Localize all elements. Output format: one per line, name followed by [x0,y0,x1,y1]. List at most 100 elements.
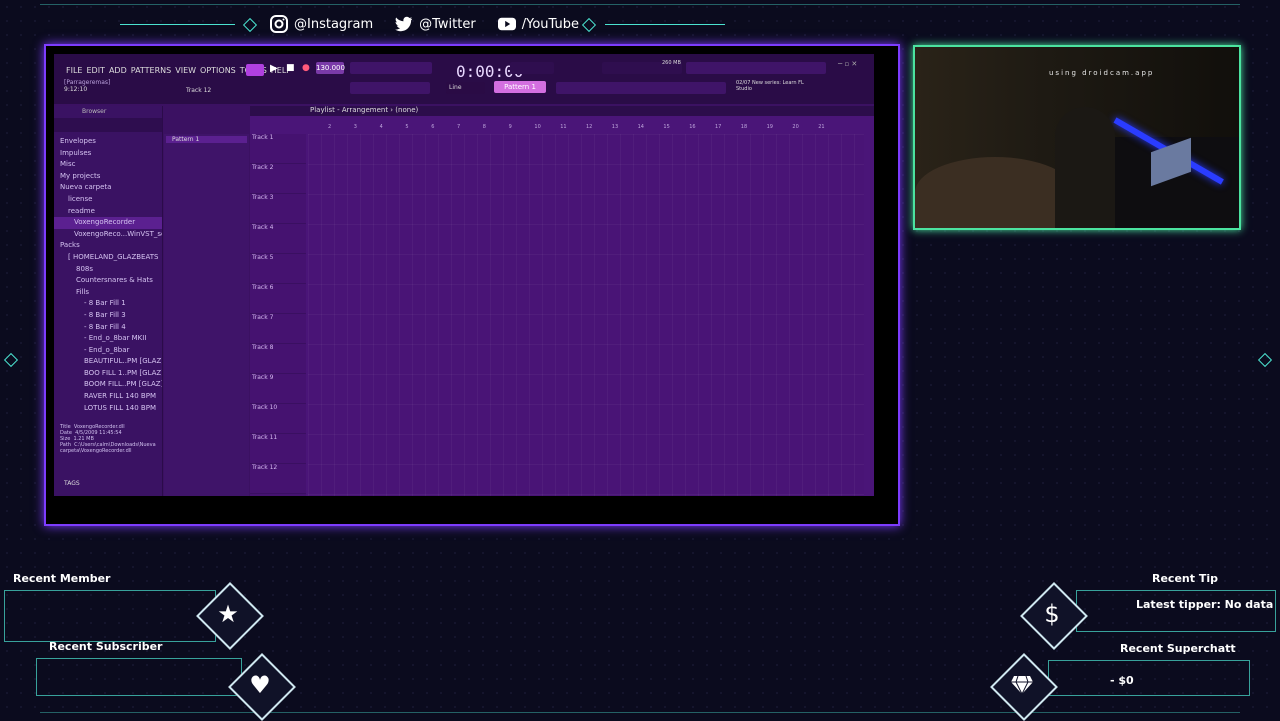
info-path: C:\Users\calm\Downloads\Nueva carpeta\Vo… [60,442,156,454]
pattern-item[interactable]: Pattern 1 [166,136,247,143]
track-header[interactable]: Track 6 [250,284,306,314]
playlist-window: Playlist - Arrangement › (none) 2 3 4 5 6 7 8 9… [250,106,874,496]
ruler-tick-label: 20 [792,124,799,130]
ruler-tick-label: 5 [405,124,409,130]
playlist-grid[interactable] [308,134,864,496]
browser-list: Envelopes Impulses Misc My projects Nueva ca… [54,136,162,414]
menu-edit[interactable]: EDIT [86,66,104,75]
menu-file[interactable]: FILE [66,66,82,75]
toolbar-icons-row2-right[interactable] [556,82,726,94]
bottom-frame-line [40,712,1240,713]
toolbar-icons-right[interactable] [686,62,826,74]
browser-item[interactable]: - End_o_8bar [54,345,162,357]
browser-item[interactable]: VoxengoReco...WinVST_setup [54,229,162,241]
browser-item[interactable]: - 8 Bar Fill 1 [54,298,162,310]
browser-item[interactable]: readme [54,206,162,218]
ruler-tick-label: 15 [663,124,670,130]
browser-item[interactable]: BEAUTIFUL..PM [GLAZ] [54,356,162,368]
browser-toolbar[interactable] [54,118,162,132]
timeline-ruler[interactable]: 2 3 4 5 6 7 8 9 10 11 12 13 14 15 16 17 18 19 20 21 [308,124,864,134]
ruler-tick-label: 6 [431,124,435,130]
browser-item[interactable]: - 8 Bar Fill 4 [54,322,162,334]
fl-clock: 9:12:10 [64,86,88,93]
track-header[interactable]: Track 12 [250,464,306,494]
ruler-tick-label: 7 [457,124,461,130]
stop-button[interactable]: ■ [286,63,295,73]
fl-hint-track: Track 12 [186,87,212,94]
browser-item[interactable]: Misc [54,159,162,171]
ruler-tick-label: 4 [379,124,383,130]
menu-add[interactable]: ADD [109,66,127,75]
track-header[interactable]: Track 2 [250,164,306,194]
browser-item[interactable]: BOOM FILL..PM [GLAZ] [54,379,162,391]
social-twitter[interactable]: @Twitter [395,15,476,33]
menu-patterns[interactable]: PATTERNS [131,66,171,75]
record-button[interactable]: ● [302,63,310,73]
browser-item[interactable]: Countersnares & Hats [54,275,162,287]
browser-item[interactable]: RAVER FILL 140 BPM [54,391,162,403]
instagram-handle: @Instagram [294,16,374,32]
browser-item[interactable]: - 8 Bar Fill 3 [54,310,162,322]
track-header[interactable]: Track 7 [250,314,306,344]
toolbar-icons-row1[interactable] [350,62,432,74]
window-controls[interactable]: ─ ▫ ✕ [838,60,857,68]
browser-item[interactable]: My projects [54,171,162,183]
browser-item[interactable]: BOO FILL 1..PM [GLAZ] [54,368,162,380]
browser-title: Browser [82,108,107,115]
playlist-title: Playlist - Arrangement › (none) [310,106,419,114]
tempo-display[interactable]: 130.000 [316,62,345,74]
browser-item[interactable]: LOTUS FILL 140 BPM [54,403,162,415]
track-list: Track 1 Track 2 Track 3 Track 4 Track 5 Track… [250,134,306,496]
browser-item[interactable]: Packs [54,240,162,252]
youtube-icon [497,15,516,33]
browser-panel: Browser Envelopes Impulses Misc My projects… [54,106,163,496]
track-header[interactable]: Track 11 [250,434,306,464]
play-button[interactable]: ▶ [270,63,278,74]
news-panel[interactable]: 02/07 New series: Learn FL Studio [736,80,816,92]
screen-capture-frame: FILE EDIT ADD PATTERNS VIEW OPTIONS TOOL… [44,44,900,526]
track-header[interactable]: Track 5 [250,254,306,284]
menu-view[interactable]: VIEW [175,66,196,75]
browser-item[interactable]: Impulses [54,148,162,160]
track-header[interactable]: Track 10 [250,404,306,434]
star-icon: ★ [217,600,239,628]
ruler-tick-label: 12 [586,124,593,130]
pat-song-toggle[interactable] [246,64,264,76]
toolbar-icons-row2[interactable] [350,82,430,94]
tags-label[interactable]: TAGS [64,480,80,487]
social-instagram[interactable]: @Instagram [270,15,373,33]
diamond-icon [1000,663,1044,707]
droidcam-watermark: using droidcam.app [1049,69,1155,77]
browser-item[interactable]: [ HOMELAND_GLAZBEATS [54,252,162,264]
track-header[interactable]: Track 1 [250,134,306,164]
ruler-tick-label: 17 [715,124,722,130]
browser-item[interactable]: Nueva carpeta [54,182,162,194]
ruler-tick-label: 16 [689,124,696,130]
ruler-tick-label: 14 [637,124,644,130]
twitter-handle: @Twitter [419,16,476,32]
browser-item[interactable]: VoxengoRecorder [54,217,162,229]
browser-item[interactable]: Envelopes [54,136,162,148]
browser-item[interactable]: 808s [54,264,162,276]
line-mode-select[interactable]: Line [446,82,485,94]
browser-item[interactable]: license [54,194,162,206]
ruler-tick-label: 10 [534,124,541,130]
top-frame-line [40,4,1240,5]
track-header[interactable]: Track 8 [250,344,306,374]
pattern-selector[interactable]: Pattern 1 [494,81,546,93]
instagram-icon [270,15,288,33]
social-bar: @Instagram @Twitter /YouTube [270,10,579,38]
track-header[interactable]: Track 9 [250,374,306,404]
browser-item[interactable]: - End_o_8bar MKII [54,333,162,345]
social-youtube[interactable]: /YouTube [497,15,579,33]
ruler-tick-label: 21 [818,124,825,130]
track-header[interactable]: Track 4 [250,224,306,254]
recent-subscriber-label: Recent Subscriber [49,640,163,653]
menu-options[interactable]: OPTIONS [200,66,236,75]
superchat-panel-outline [1048,660,1250,696]
pattern-picker: Pattern 1 [164,134,249,496]
browser-item[interactable]: Fills [54,287,162,299]
fl-project-name: [Parrageremas] [64,79,111,86]
subscriber-panel-outline [36,658,242,696]
track-header[interactable]: Track 3 [250,194,306,224]
